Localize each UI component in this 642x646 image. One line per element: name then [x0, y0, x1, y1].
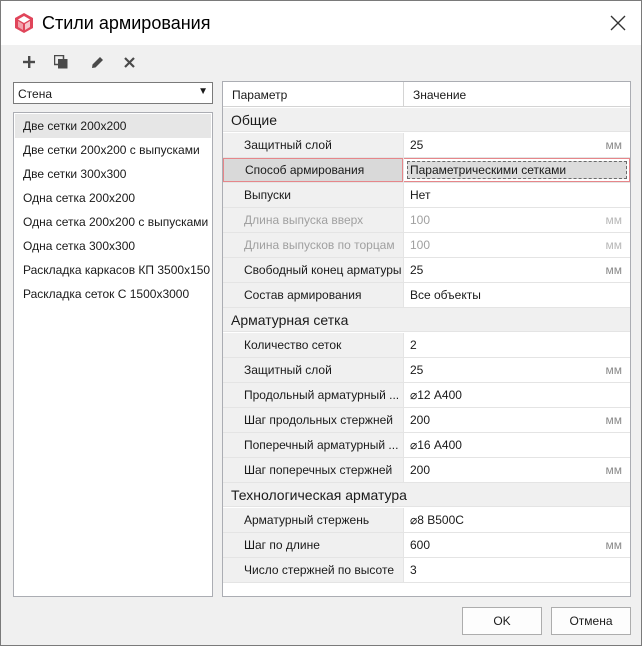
property-value[interactable]: 25 — [404, 258, 630, 282]
category-header[interactable]: Технологическая арматура — [223, 483, 630, 507]
property-name: Число стержней по высоте — [223, 558, 403, 582]
style-list-item[interactable]: Две сетки 200x200 с выпусками — [15, 138, 211, 162]
property-value: 100 — [410, 238, 431, 252]
category-label: Общие — [231, 112, 278, 128]
style-list-item[interactable]: Одна сетка 200x200 — [15, 186, 211, 210]
property-value[interactable]: ⌀8 В500С — [404, 508, 630, 532]
property-value[interactable]: 25 — [404, 358, 630, 382]
column-header-parameter: Параметр — [232, 88, 288, 102]
add-style-button[interactable] — [18, 51, 40, 73]
cross-icon — [123, 56, 135, 68]
window-title: Стили армирования — [42, 13, 211, 33]
property-value[interactable]: Все объекты — [404, 283, 630, 307]
property-unit: мм — [605, 463, 623, 477]
property-unit: мм — [605, 138, 623, 152]
dropdown-arrow-icon: ▼ — [198, 86, 208, 97]
property-row[interactable]: Продольный арматурный ... ⌀12 А400 — [223, 383, 630, 408]
property-unit: мм — [605, 263, 623, 277]
style-list: Две сетки 200x200 Две сетки 200x200 с вып… — [13, 112, 213, 597]
property-value[interactable]: 200 — [404, 458, 630, 482]
property-value[interactable]: ⌀12 А400 — [404, 383, 630, 407]
property-row[interactable]: Шаг поперечных стержней 200 мм — [223, 458, 630, 483]
property-name: Выпуски — [223, 183, 403, 207]
property-unit: мм — [605, 538, 623, 552]
style-list-item[interactable]: Две сетки 200x200 — [15, 114, 211, 138]
property-value[interactable]: 200 — [404, 408, 630, 432]
style-list-item[interactable]: Одна сетка 300x300 — [15, 234, 211, 258]
ok-button[interactable]: OK — [462, 607, 542, 635]
property-row: Длина выпусков по торцам 100 мм — [223, 233, 630, 258]
property-row[interactable]: Шаг по длине 600 мм — [223, 533, 630, 558]
element-type-select[interactable]: Стена ▼ — [13, 82, 213, 104]
property-row[interactable]: Арматурный стержень ⌀8 В500С — [223, 508, 630, 533]
property-row[interactable]: Число стержней по высоте 3 — [223, 558, 630, 583]
title-bar: Стили армирования — [1, 1, 641, 45]
property-unit: мм — [605, 213, 623, 227]
property-name: Защитный слой — [223, 133, 403, 157]
property-name: Количество сеток — [223, 333, 403, 357]
column-divider[interactable] — [403, 82, 404, 107]
property-row[interactable]: Количество сеток 2 — [223, 333, 630, 358]
category-label: Технологическая арматура — [231, 487, 407, 503]
property-value[interactable]: 3 — [404, 558, 630, 582]
property-name: Продольный арматурный ... — [223, 383, 403, 407]
property-row[interactable]: Защитный слой 25 мм — [223, 133, 630, 158]
property-name: Арматурный стержень — [223, 508, 403, 532]
property-value[interactable]: 25 — [404, 133, 630, 157]
app-cube-icon — [15, 13, 33, 33]
category-header[interactable]: Арматурная сетка — [223, 308, 630, 332]
property-grid: Параметр Значение Общие Защитный слой 25 мм… — [222, 81, 631, 597]
property-row[interactable]: Состав армирования Все объекты — [223, 283, 630, 308]
grid-header: Параметр Значение — [223, 82, 630, 107]
plus-icon — [23, 56, 35, 68]
property-value[interactable]: 2 — [404, 333, 630, 357]
style-list-item[interactable]: Две сетки 300x300 — [15, 162, 211, 186]
style-list-item[interactable]: Раскладка каркасов КП 3500x150 — [15, 258, 211, 282]
close-button[interactable] — [603, 9, 633, 37]
copy-style-button[interactable] — [50, 51, 72, 73]
property-value[interactable]: ⌀16 А400 — [404, 433, 630, 457]
property-row[interactable]: Защитный слой 25 мм — [223, 358, 630, 383]
property-name: Свободный конец арматуры — [223, 258, 403, 282]
property-name: Длина выпусков по торцам — [223, 233, 403, 257]
property-name: Шаг по длине — [223, 533, 403, 557]
pencil-icon — [91, 56, 103, 68]
property-value-editor[interactable]: Параметрическими сетками — [407, 161, 627, 179]
edit-style-button[interactable] — [86, 51, 108, 73]
property-name: Состав армирования — [223, 283, 403, 307]
cancel-button[interactable]: Отмена — [551, 607, 631, 635]
delete-style-button[interactable] — [118, 51, 140, 73]
property-name: Шаг поперечных стержней — [223, 458, 403, 482]
style-list-item[interactable]: Одна сетка 200x200 с выпусками — [15, 210, 211, 234]
property-value[interactable]: Параметрическими сетками — [404, 158, 630, 182]
property-unit: мм — [605, 363, 623, 377]
property-row[interactable]: Свободный конец арматуры 25 мм — [223, 258, 630, 283]
property-value[interactable]: Нет — [404, 183, 630, 207]
property-name: Защитный слой — [223, 358, 403, 382]
property-value: 100 — [410, 213, 431, 227]
styles-dialog: Стили армирования Стена ▼ Две сетки 200x… — [0, 0, 642, 646]
property-row[interactable]: Шаг продольных стержней 200 мм — [223, 408, 630, 433]
property-row[interactable]: Поперечный арматурный ... ⌀16 А400 — [223, 433, 630, 458]
close-icon — [610, 15, 626, 31]
element-type-value: Стена — [18, 87, 53, 101]
property-name: Длина выпуска вверх — [223, 208, 403, 232]
property-name: Способ армирования — [223, 158, 403, 182]
property-row[interactable]: Способ армирования Параметрическими сетка… — [223, 158, 630, 183]
column-header-value: Значение — [413, 88, 467, 102]
category-header[interactable]: Общие — [223, 108, 630, 132]
property-name: Поперечный арматурный ... — [223, 433, 403, 457]
property-value[interactable]: 600 — [404, 533, 630, 557]
property-unit: мм — [605, 238, 623, 252]
property-unit: мм — [605, 413, 623, 427]
property-row[interactable]: Выпуски Нет — [223, 183, 630, 208]
property-row: Длина выпуска вверх 100 мм — [223, 208, 630, 233]
style-list-item[interactable]: Раскладка сеток С 1500x3000 — [15, 282, 211, 306]
copy-icon — [54, 55, 68, 69]
category-label: Арматурная сетка — [231, 312, 349, 328]
property-name: Шаг продольных стержней — [223, 408, 403, 432]
